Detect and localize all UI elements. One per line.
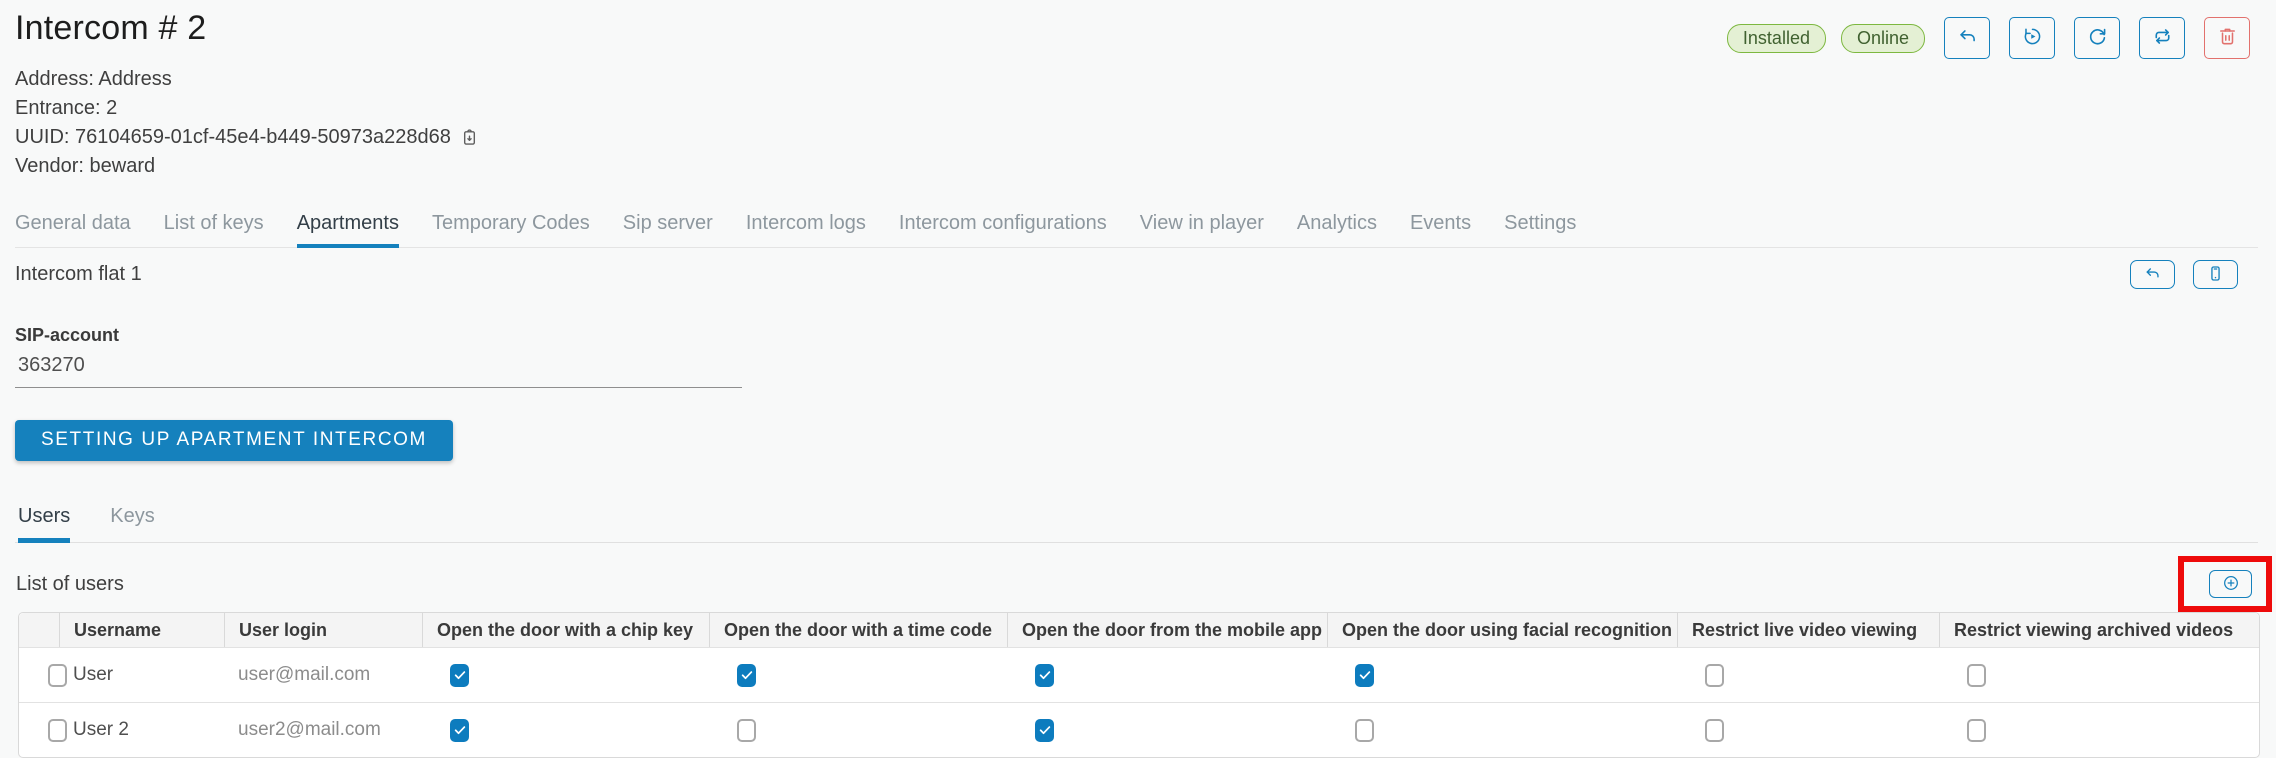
table-row: Useruser@mail.com [19,647,2259,702]
undo-button[interactable] [1944,17,1990,59]
tab-temporary-codes[interactable]: Temporary Codes [432,212,590,248]
uuid-text: UUID: 76104659-01cf-45e4-b449-50973a228d… [15,123,451,152]
sync-icon [2151,25,2174,51]
users-table-body: Useruser@mail.comUser 2user2@mail.com [19,647,2259,757]
flat-undo-button[interactable] [2130,260,2175,289]
permission-checkbox-open-the-door-with-a-chip-key[interactable] [450,664,469,687]
tab-intercom-logs[interactable]: Intercom logs [746,212,866,248]
status-badge-online: Online [1841,24,1925,53]
restore-backup-button[interactable] [2009,17,2055,59]
cell-user-login: user@mail.com [224,647,422,702]
cell-username: User 2 [59,702,224,757]
permission-checkbox-restrict-viewing-archived-videos[interactable] [1967,719,1986,742]
entrance-line: Entrance: 2 [15,94,2258,123]
column-header-username: Username [59,613,224,647]
status-badge-installed: Installed [1727,24,1826,53]
select-column-header [19,613,59,647]
users-table: UsernameUser loginOpen the door with a c… [18,612,2260,758]
undo-icon [2143,264,2162,286]
tab-settings[interactable]: Settings [1504,212,1576,248]
list-of-users-header: List of users [15,556,2258,612]
refresh-button[interactable] [2074,17,2120,59]
table-row: User 2user2@mail.com [19,702,2259,757]
permission-checkbox-restrict-live-video-viewing[interactable] [1705,719,1724,742]
main-tabs: General data List of keys Apartments Tempor… [15,212,2258,248]
refresh-icon [2086,25,2109,51]
users-table-header-row: UsernameUser loginOpen the door with a c… [19,613,2259,647]
address-line: Address: Address [15,65,2258,94]
permission-checkbox-restrict-live-video-viewing[interactable] [1705,664,1724,687]
copy-icon[interactable] [459,127,480,148]
restore-icon [2021,25,2044,51]
tab-general-data[interactable]: General data [15,212,131,248]
header-actions: Installed Online [1727,17,2250,59]
add-user-button[interactable] [2209,570,2252,598]
cell-user-login: user2@mail.com [224,702,422,757]
list-of-users-title: List of users [15,573,124,596]
permission-checkbox-open-the-door-with-a-chip-key[interactable] [450,719,469,742]
permission-checkbox-open-the-door-using-facial-recognition[interactable] [1355,664,1374,687]
column-header-open-the-door-with-a-chip-key: Open the door with a chip key [422,613,709,647]
permission-checkbox-restrict-viewing-archived-videos[interactable] [1967,664,1986,687]
intercom-info: Address: Address Entrance: 2 UUID: 76104… [15,65,2258,181]
sip-account-input[interactable] [15,352,742,388]
plus-circle-icon [2221,573,2241,596]
tab-apartments[interactable]: Apartments [297,212,399,248]
column-header-open-the-door-with-a-time-code: Open the door with a time code [709,613,1007,647]
column-header-user-login: User login [224,613,422,647]
intercom-page: Intercom # 2 Installed Online Address: A… [0,0,2276,758]
tab-view-in-player[interactable]: View in player [1140,212,1264,248]
flat-mobile-button[interactable] [2193,260,2238,289]
sync-button[interactable] [2139,17,2185,59]
sub-tabs: Users Keys [15,505,2258,543]
tab-analytics[interactable]: Analytics [1297,212,1377,248]
flat-row: Intercom flat 1 [15,260,2258,289]
column-header-open-the-door-using-facial-recognition: Open the door using facial recognition [1327,613,1677,647]
sip-account-field: SIP-account [15,325,742,388]
tab-intercom-configurations[interactable]: Intercom configurations [899,212,1107,248]
subtab-keys[interactable]: Keys [110,505,154,543]
tab-sip-server[interactable]: Sip server [623,212,713,248]
cell-username: User [59,647,224,702]
tab-list-of-keys[interactable]: List of keys [164,212,264,248]
column-header-restrict-live-video-viewing: Restrict live video viewing [1677,613,1939,647]
flat-label: Intercom flat 1 [15,263,142,286]
delete-button[interactable] [2204,17,2250,59]
column-header-restrict-viewing-archived-videos: Restrict viewing archived videos [1939,613,2259,647]
sip-account-label: SIP-account [15,325,119,345]
flat-actions [2130,260,2238,289]
add-user-highlight [2178,556,2272,612]
permission-checkbox-open-the-door-with-a-time-code[interactable] [737,664,756,687]
tab-events[interactable]: Events [1410,212,1471,248]
setup-apartment-intercom-button[interactable]: SETTING UP APARTMENT INTERCOM [15,420,453,461]
vendor-line: Vendor: beward [15,152,2258,181]
undo-icon [1956,25,1979,51]
permission-checkbox-open-the-door-from-the-mobile-app[interactable] [1035,719,1054,742]
permission-checkbox-open-the-door-from-the-mobile-app[interactable] [1035,664,1054,687]
trash-icon [2216,25,2239,51]
permission-checkbox-open-the-door-using-facial-recognition[interactable] [1355,719,1374,742]
permission-checkbox-open-the-door-with-a-time-code[interactable] [737,719,756,742]
uuid-line: UUID: 76104659-01cf-45e4-b449-50973a228d… [15,123,2258,152]
mobile-phone-icon [2206,264,2225,286]
subtab-users[interactable]: Users [18,505,70,543]
column-header-open-the-door-from-the-mobile-app: Open the door from the mobile app [1007,613,1327,647]
